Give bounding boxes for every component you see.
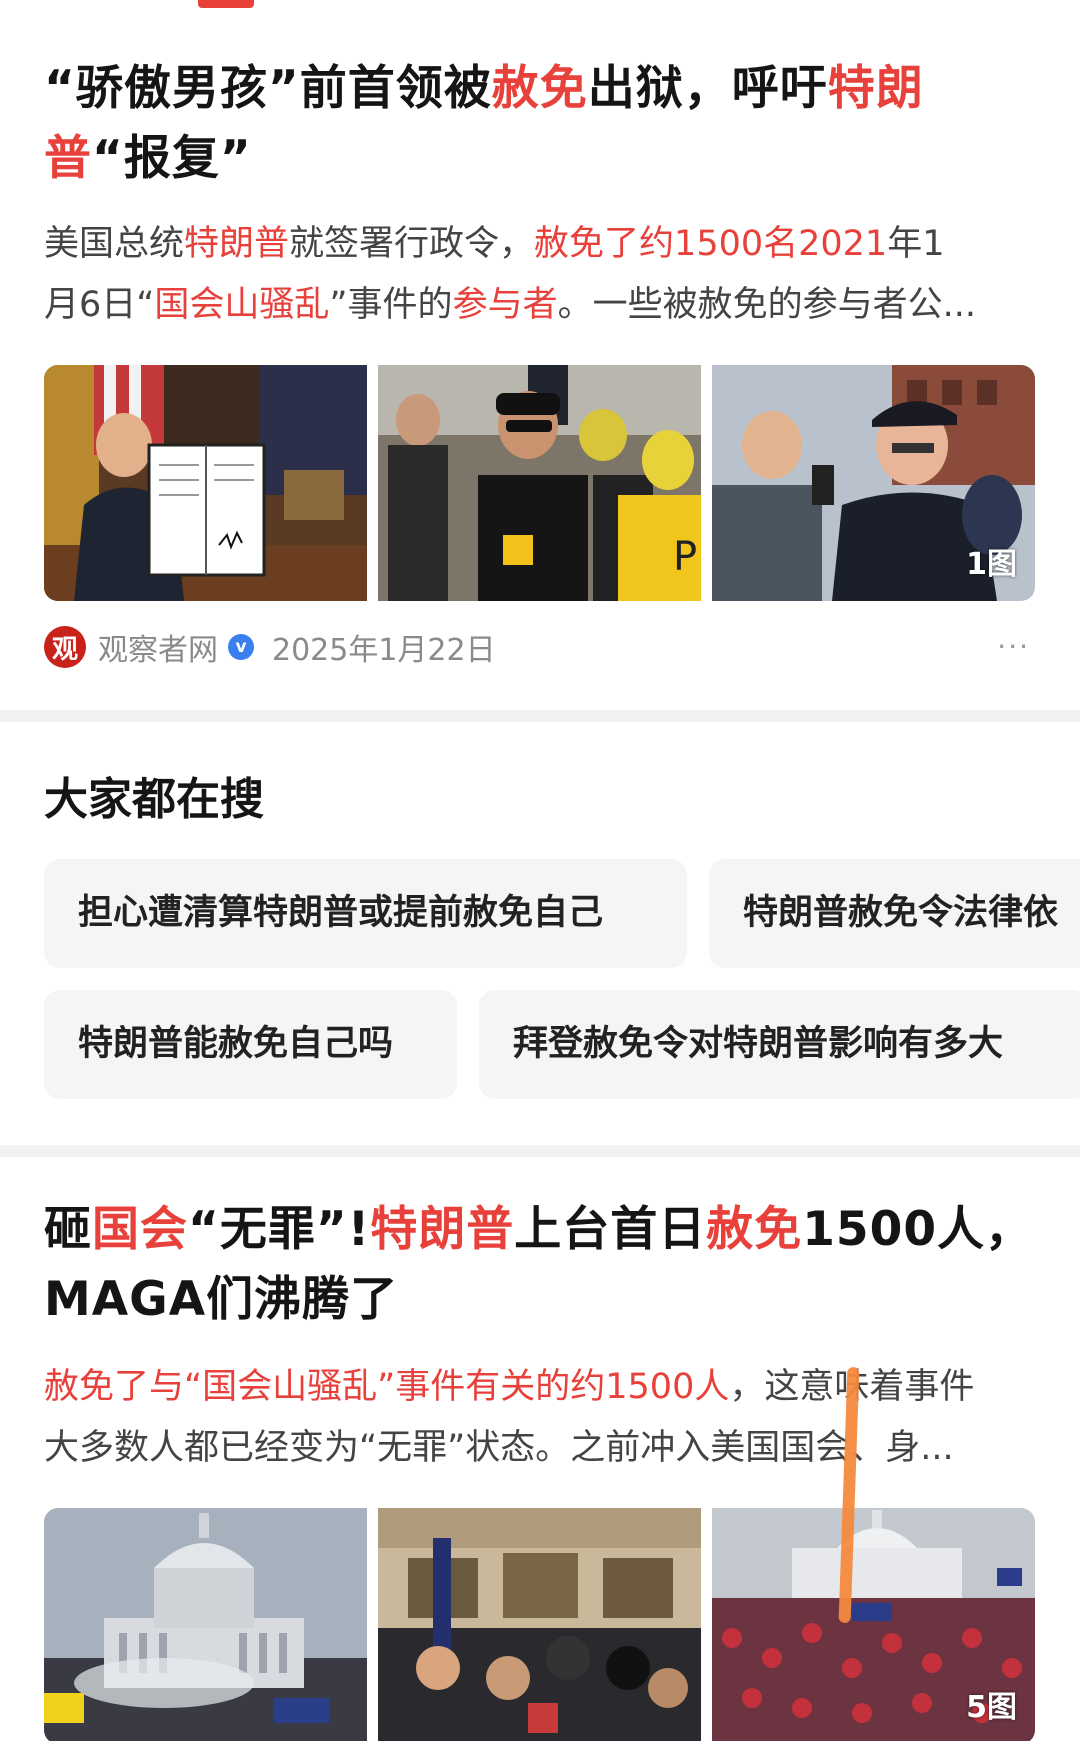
headline-text: “无罪”! bbox=[188, 1202, 371, 1257]
related-search-chip[interactable]: 担心遭清算特朗普或提前赦免自己 bbox=[44, 859, 687, 968]
section-divider bbox=[0, 710, 1080, 722]
article-image-1[interactable] bbox=[44, 365, 367, 601]
headline-text: 出狱，呼吁 bbox=[587, 61, 828, 116]
active-tab-indicator bbox=[198, 0, 254, 8]
image-count-badge: 1图 bbox=[966, 547, 1017, 582]
related-searches-row-2: 特朗普能赦免自己吗 拜登赦免令对特朗普影响有多大 bbox=[44, 990, 1080, 1099]
snippet-text: 大多数人都已经变为“无罪”状态。之前冲入美国国会、身... bbox=[44, 1428, 954, 1468]
snippet-text: 美国总统 bbox=[44, 224, 185, 264]
snippet-text: 月6日“ bbox=[44, 285, 155, 325]
svg-text:P: P bbox=[673, 534, 697, 580]
snippet-highlight: 赦免了约1500名2021 bbox=[534, 224, 888, 264]
news-card-2[interactable]: 砸国会“无罪”!特朗普上台首日赦免1500人，MAGA们沸腾了 赦免了与“国会山… bbox=[0, 1195, 1080, 1741]
snippet-highlight: 特朗普 bbox=[184, 224, 290, 264]
article-source-row: 观 观察者网 v 2025年1月22日 ··· bbox=[44, 625, 1036, 669]
related-searches-title: 大家都在搜 bbox=[44, 774, 264, 825]
article-image-3[interactable]: 5图 bbox=[712, 1508, 1035, 1741]
news-card-1[interactable]: “骄傲男孩”前首领被赦免出狱，呼吁特朗普“报复” 美国总统特朗普就签署行政令，赦… bbox=[0, 54, 1080, 669]
snippet-highlight: 赦免了与“国会山骚乱”事件有关的约1500人 bbox=[44, 1367, 730, 1407]
source-logo-icon[interactable]: 观 bbox=[44, 626, 86, 668]
snippet-text: 就签署行政令， bbox=[289, 224, 535, 264]
article-image-strip[interactable]: P 1图 bbox=[44, 365, 1080, 601]
snippet-text: 。一些被赦免的参与者公... bbox=[557, 285, 976, 325]
headline-highlight: 国会 bbox=[92, 1202, 188, 1257]
article-image-2[interactable]: P bbox=[378, 365, 701, 601]
publish-date: 2025年1月22日 bbox=[272, 633, 496, 668]
snippet-text: ”事件的 bbox=[329, 285, 453, 325]
article-image-1[interactable] bbox=[44, 1508, 367, 1741]
related-search-chip[interactable]: 特朗普能赦免自己吗 bbox=[44, 990, 457, 1099]
article-headline[interactable]: 砸国会“无罪”!特朗普上台首日赦免1500人，MAGA们沸腾了 bbox=[44, 1195, 1036, 1335]
headline-highlight: 赦免 bbox=[491, 61, 588, 116]
headline-highlight: 特朗普 bbox=[370, 1202, 515, 1257]
related-search-chip[interactable]: 拜登赦免令对特朗普影响有多大 bbox=[479, 990, 1080, 1099]
verified-badge-icon: v bbox=[228, 634, 254, 660]
headline-text: “骄傲男孩”前首领被 bbox=[44, 61, 492, 116]
article-snippet: 赦免了与“国会山骚乱”事件有关的约1500人，这意味着事件 大多数人都已经变为“… bbox=[44, 1357, 1036, 1479]
image-count-badge: 5图 bbox=[966, 1690, 1017, 1725]
headline-text: “报复” bbox=[92, 131, 252, 186]
related-searches-row-1: 担心遭清算特朗普或提前赦免自己 特朗普赦免令法律依 bbox=[44, 859, 1080, 968]
snippet-highlight: 参与者 bbox=[452, 285, 558, 325]
snippet-highlight: 国会山骚乱 bbox=[154, 285, 330, 325]
related-searches-section: 大家都在搜 担心遭清算特朗普或提前赦免自己 特朗普赦免令法律依 特朗普能赦免自己… bbox=[0, 768, 1080, 1099]
article-image-2[interactable] bbox=[378, 1508, 701, 1741]
source-name[interactable]: 观察者网 bbox=[98, 625, 218, 669]
article-snippet: 美国总统特朗普就签署行政令，赦免了约1500名2021年1 月6日“国会山骚乱”… bbox=[44, 214, 1036, 336]
more-options-icon[interactable]: ··· bbox=[997, 633, 1030, 661]
headline-text: 砸 bbox=[44, 1202, 92, 1257]
article-image-strip[interactable]: 5图 bbox=[44, 1508, 1080, 1741]
headline-highlight: 赦免 bbox=[706, 1202, 803, 1257]
headline-text: 上台首日 bbox=[514, 1202, 707, 1257]
section-divider bbox=[0, 1145, 1080, 1157]
article-image-3[interactable]: 1图 bbox=[712, 365, 1035, 601]
snippet-text: 年1 bbox=[887, 224, 945, 264]
related-search-chip[interactable]: 特朗普赦免令法律依 bbox=[709, 859, 1080, 968]
article-headline[interactable]: “骄傲男孩”前首领被赦免出狱，呼吁特朗普“报复” bbox=[44, 54, 1036, 194]
